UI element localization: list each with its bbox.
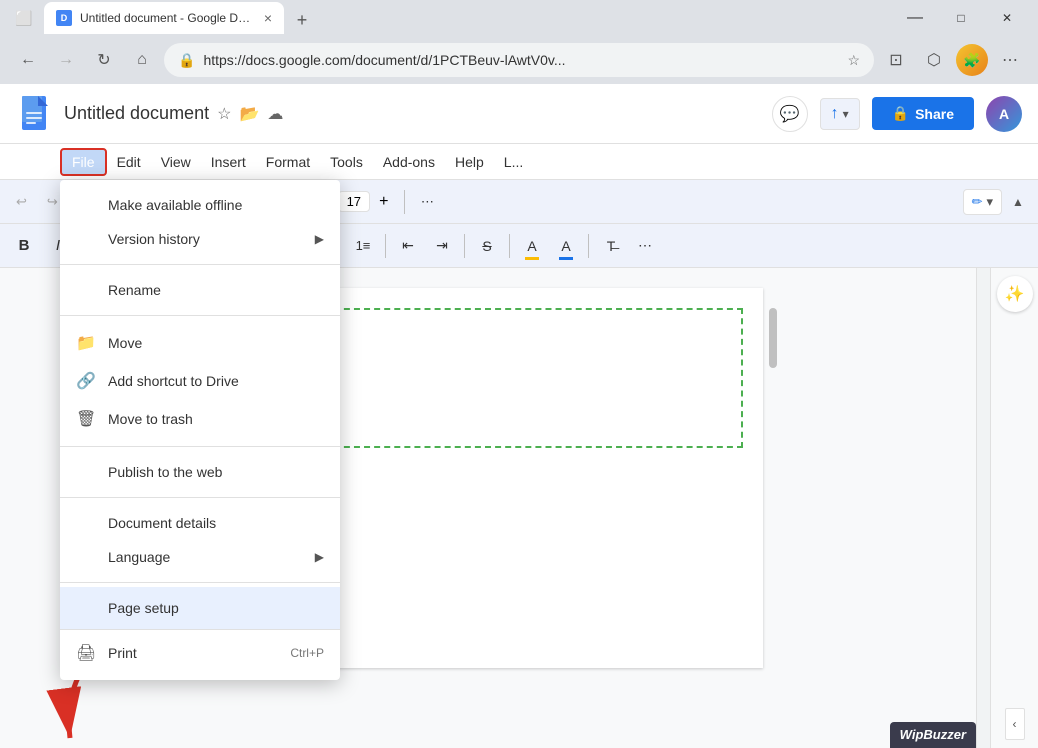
user-avatar[interactable]: A: [986, 96, 1022, 132]
watermark: WipBuzzer: [890, 722, 976, 748]
edit-mode-button[interactable]: ✏ ▾: [963, 189, 1002, 215]
strikethrough-button[interactable]: S: [471, 230, 503, 262]
tab-search-icon[interactable]: ⊡: [880, 44, 912, 76]
back-button[interactable]: ←: [12, 44, 44, 76]
docs-app: Untitled document ☆ 📂 ☁ 💬 ↑ ▾ 🔒 Share: [0, 84, 1038, 748]
more-options-button[interactable]: ⋯: [413, 190, 442, 214]
trash-icon: 🗑: [76, 409, 96, 429]
outdent-button[interactable]: ⇤: [392, 230, 424, 262]
file-dropdown-menu: Make available offline Version history ▶…: [60, 180, 340, 680]
undo-button[interactable]: ↩: [8, 190, 35, 214]
active-tab[interactable]: D Untitled document - Google Doc... ×: [44, 2, 284, 34]
browser-frame: ⬜ D Untitled document - Google Doc... × …: [0, 0, 1038, 748]
print-item[interactable]: 🖨 Print Ctrl+P: [60, 634, 340, 672]
move-icon: 📁: [76, 333, 96, 353]
lock-share-icon: 🔒: [892, 105, 909, 122]
new-tab-button[interactable]: +: [288, 6, 316, 34]
watermark-text: WipBuzzer: [900, 727, 966, 742]
language-item[interactable]: Language ▶: [60, 540, 340, 574]
maximize-button[interactable]: □: [938, 2, 984, 34]
menu-last-edit[interactable]: L...: [494, 150, 533, 174]
add-shortcut-item[interactable]: 🔗 Add shortcut to Drive: [60, 362, 340, 400]
more-options-icon[interactable]: ⋯: [994, 44, 1026, 76]
tab-title: Untitled document - Google Doc...: [80, 11, 256, 25]
cloud-save-icon: ☁: [267, 104, 283, 124]
page-setup-item[interactable]: Page setup: [60, 591, 340, 625]
comment-button[interactable]: 💬: [772, 96, 808, 132]
docs-logo: [16, 90, 52, 138]
menu-format[interactable]: Format: [256, 150, 320, 174]
minimize-button[interactable]: —: [892, 2, 938, 34]
tab-docs-icon: D: [56, 10, 72, 26]
menu-tools[interactable]: Tools: [320, 150, 373, 174]
font-size-input[interactable]: [338, 191, 370, 212]
move-to-button[interactable]: ↑ ▾: [820, 98, 860, 130]
collapse-toolbar-button[interactable]: ▲: [1006, 190, 1030, 214]
star-icon[interactable]: ☆: [217, 104, 231, 124]
menu-file[interactable]: File: [60, 148, 107, 176]
increase-font-button[interactable]: +: [372, 190, 396, 214]
close-tab-icon[interactable]: ×: [264, 10, 272, 26]
text-color-button[interactable]: A: [550, 230, 582, 262]
forward-button[interactable]: →: [50, 44, 82, 76]
menu-view[interactable]: View: [151, 150, 201, 174]
make-available-offline-item[interactable]: Make available offline: [60, 188, 340, 222]
language-arrow-icon: ▶: [315, 550, 324, 564]
menu-help[interactable]: Help: [445, 150, 494, 174]
folder-icon[interactable]: 📂: [239, 104, 259, 124]
collapse-panel-button[interactable]: ‹: [1005, 708, 1025, 740]
clear-format-button[interactable]: T̶: [595, 230, 627, 262]
indent-button[interactable]: ⇥: [426, 230, 458, 262]
assistant-button[interactable]: ✨: [997, 276, 1033, 312]
publish-to-web-item[interactable]: Publish to the web: [60, 455, 340, 489]
shortcut-icon: 🔗: [76, 371, 96, 391]
page-scroll-indicator: [769, 308, 777, 368]
menu-addons[interactable]: Add-ons: [373, 150, 445, 174]
url-text: https://docs.google.com/document/d/1PCTB…: [203, 52, 839, 68]
numbered-list-button[interactable]: 1≡: [347, 230, 379, 262]
document-title[interactable]: Untitled document: [64, 103, 209, 124]
more-format-button[interactable]: ⋯: [629, 230, 661, 262]
version-arrow-icon: ▶: [315, 232, 324, 246]
bookmark-icon[interactable]: ☆: [847, 52, 860, 69]
close-window-button[interactable]: ✕: [984, 2, 1030, 34]
share-button[interactable]: 🔒 Share: [872, 97, 974, 130]
extensions-icon[interactable]: ⬡: [918, 44, 950, 76]
lock-icon: 🔒: [178, 52, 195, 69]
document-details-item[interactable]: Document details: [60, 506, 340, 540]
print-shortcut: Ctrl+P: [290, 646, 324, 660]
reload-button[interactable]: ↻: [88, 44, 120, 76]
menu-insert[interactable]: Insert: [201, 150, 256, 174]
print-icon: 🖨: [76, 643, 96, 663]
home-button[interactable]: ⌂: [126, 44, 158, 76]
move-to-trash-item[interactable]: 🗑 Move to trash: [60, 400, 340, 438]
move-dropdown-icon: ▾: [843, 107, 849, 121]
rename-item[interactable]: Rename: [60, 273, 340, 307]
right-panel: ✨ ‹: [990, 268, 1038, 748]
version-history-item[interactable]: Version history ▶: [60, 222, 340, 256]
highlight-color-button[interactable]: A: [516, 230, 548, 262]
menu-edit[interactable]: Edit: [107, 150, 151, 174]
sidebar-toggle[interactable]: ⬜: [8, 2, 40, 34]
bold-button[interactable]: B: [8, 230, 40, 262]
vertical-scrollbar[interactable]: [976, 268, 990, 748]
profile-icon[interactable]: 🧩: [956, 44, 988, 76]
move-item[interactable]: 📁 Move: [60, 324, 340, 362]
